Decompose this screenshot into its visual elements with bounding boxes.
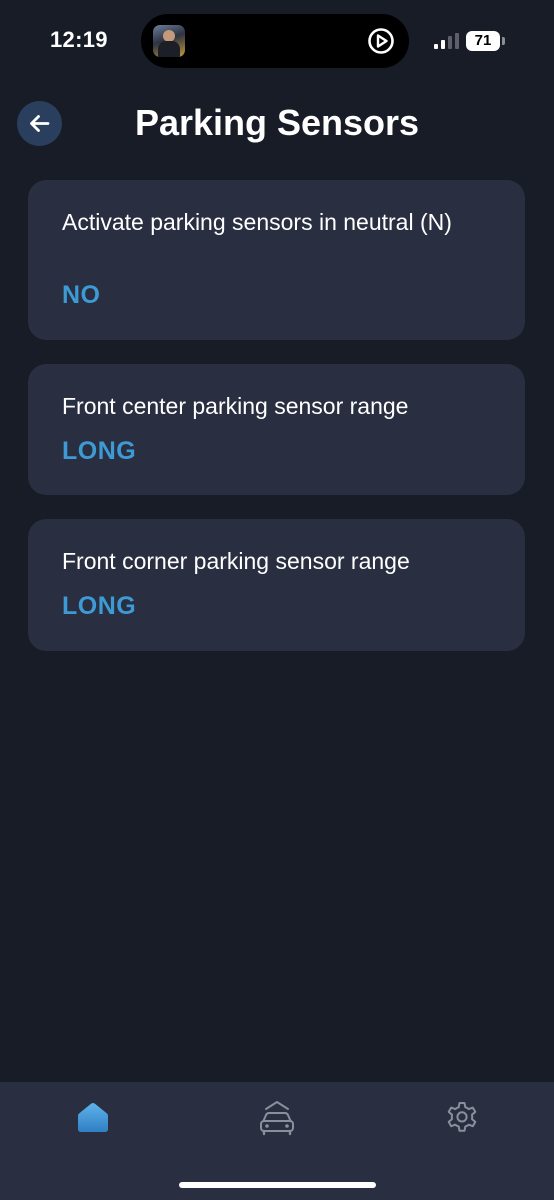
- setting-card-neutral-sensors[interactable]: Activate parking sensors in neutral (N) …: [28, 180, 525, 340]
- setting-label: Activate parking sensors in neutral (N): [62, 209, 452, 235]
- dynamic-island[interactable]: [141, 14, 409, 68]
- battery-icon: 71: [466, 31, 506, 51]
- status-bar: 12:19 71: [0, 0, 554, 84]
- setting-label: Front corner parking sensor range: [62, 548, 410, 574]
- tab-home[interactable]: [73, 1098, 113, 1138]
- setting-value: NO: [62, 281, 101, 309]
- home-indicator[interactable]: [179, 1182, 376, 1188]
- gear-icon: [447, 1102, 477, 1132]
- setting-value: LONG: [62, 437, 137, 465]
- play-circle-icon: [368, 28, 394, 54]
- tab-vehicle[interactable]: [257, 1098, 297, 1138]
- now-playing-thumbnail: [153, 25, 185, 57]
- setting-label: Front center parking sensor range: [62, 393, 409, 419]
- status-time: 12:19: [50, 27, 108, 52]
- tab-settings[interactable]: [442, 1098, 482, 1138]
- car-icon: [260, 1101, 294, 1136]
- setting-card-front-center-range[interactable]: Front center parking sensor range LONG: [28, 364, 525, 495]
- setting-card-front-corner-range[interactable]: Front corner parking sensor range LONG: [28, 519, 525, 651]
- cellular-signal-icon: [434, 33, 459, 49]
- page-title: Parking Sensors: [134, 102, 420, 143]
- setting-value: LONG: [62, 592, 137, 620]
- battery-level: 71: [466, 31, 500, 51]
- home-icon: [78, 1103, 108, 1132]
